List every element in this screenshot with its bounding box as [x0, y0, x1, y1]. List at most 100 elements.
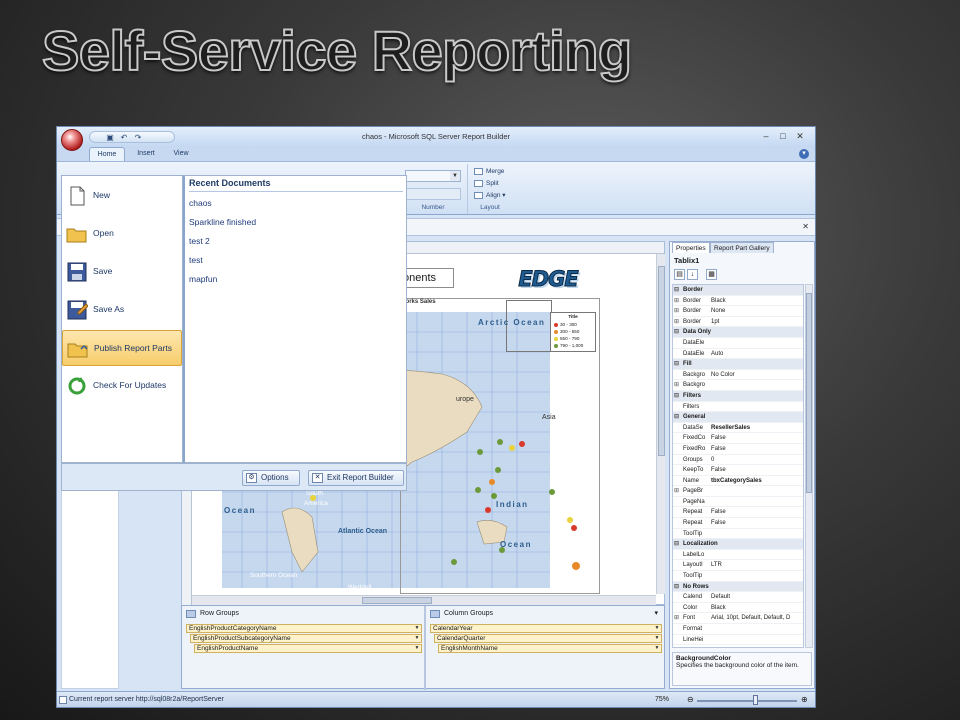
row-group-item[interactable]: EnglishProductSubcategoryName ▼	[190, 634, 422, 643]
save-icon[interactable]: ▣	[104, 133, 116, 142]
column-group-item[interactable]: CalendarQuarter ▼	[434, 634, 662, 643]
property-row[interactable]: LineHei	[673, 635, 803, 646]
expand-icon[interactable]: ⊞	[674, 613, 682, 624]
number-format-buttons[interactable]	[405, 188, 461, 200]
properties-scrollbar[interactable]	[805, 284, 813, 648]
chevron-down-icon[interactable]: ▼	[413, 645, 421, 652]
row-group-item[interactable]: EnglishProductName ▼	[194, 644, 422, 653]
property-row[interactable]: Calend Default	[673, 592, 803, 603]
zoom-in-icon[interactable]: ⊕	[801, 695, 808, 704]
property-value[interactable]: Arial, 10pt, Default, Default, D	[711, 613, 803, 624]
collapse-icon[interactable]: ⊟	[674, 391, 682, 402]
property-value[interactable]: 1pt	[711, 317, 803, 328]
expand-icon[interactable]: ⊞	[674, 317, 682, 328]
menu-publish-report-parts[interactable]: Publish Report Parts	[62, 330, 182, 366]
sort-alpha-icon[interactable]: ↓	[687, 269, 698, 280]
recent-document-item[interactable]: Sparkline finished	[189, 217, 256, 227]
expand-icon[interactable]: ⊞	[674, 306, 682, 317]
property-value[interactable]: False	[711, 507, 803, 518]
merge-button[interactable]: Merge	[472, 166, 504, 177]
property-value[interactable]: Black	[711, 296, 803, 307]
close-icon[interactable]: ✕	[802, 222, 809, 231]
recent-document-item[interactable]: chaos	[189, 198, 212, 208]
property-value[interactable]: Black	[711, 603, 803, 614]
collapse-icon[interactable]: ⊟	[674, 327, 682, 338]
split-button[interactable]: Split	[472, 178, 499, 189]
property-row[interactable]: ⊞ Border 1pt	[673, 317, 803, 328]
expand-icon[interactable]: ⊞	[674, 380, 682, 391]
recent-document-item[interactable]: mapfun	[189, 274, 217, 284]
zoom-slider[interactable]	[697, 700, 797, 702]
property-row[interactable]: Filters	[673, 402, 803, 413]
column-group-item[interactable]: EnglishMonthName ▼	[438, 644, 662, 653]
number-format-combo[interactable]: ▼	[405, 170, 461, 182]
property-pages-icon[interactable]: ▦	[706, 269, 717, 280]
property-row[interactable]: PageNa	[673, 497, 803, 508]
property-value[interactable]: Default	[711, 592, 803, 603]
options-button[interactable]: ⚙ Options	[242, 470, 300, 486]
tab-view[interactable]: View	[167, 147, 195, 161]
chevron-down-icon[interactable]: ▼	[653, 635, 661, 642]
menu-save[interactable]: Save	[62, 254, 182, 290]
tab-properties[interactable]: Properties	[672, 242, 710, 253]
categorized-icon[interactable]: ▤	[674, 269, 685, 280]
property-value[interactable]: False	[711, 518, 803, 529]
tab-insert[interactable]: Insert	[131, 147, 161, 161]
align-button[interactable]: Align ▾	[472, 190, 506, 201]
column-group-item[interactable]: CalendarYear ▼	[430, 624, 662, 633]
property-value[interactable]: No Color	[711, 370, 803, 381]
property-row[interactable]: ⊞ Border Black	[673, 296, 803, 307]
zoom-out-icon[interactable]: ⊖	[687, 695, 694, 704]
property-category[interactable]: ⊟ Data Only	[673, 327, 803, 338]
tab-report-part-gallery[interactable]: Report Part Gallery	[710, 242, 774, 253]
redo-icon[interactable]: ↷	[132, 133, 144, 142]
property-value[interactable]: 0	[711, 455, 803, 466]
property-row[interactable]: Backgro No Color	[673, 370, 803, 381]
menu-save-as[interactable]: Save As	[62, 292, 182, 328]
property-row[interactable]: LabelLo	[673, 550, 803, 561]
property-category[interactable]: ⊟ General	[673, 412, 803, 423]
collapse-icon[interactable]: ⊟	[674, 582, 682, 593]
exit-button[interactable]: ✕ Exit Report Builder	[308, 470, 404, 486]
collapse-icon[interactable]: ⊟	[674, 539, 682, 550]
tab-home[interactable]: Home	[89, 147, 125, 161]
collapse-icon[interactable]: ⊟	[674, 285, 682, 296]
property-row[interactable]: DataSe ResellerSales	[673, 423, 803, 434]
property-value[interactable]: LTR	[711, 560, 803, 571]
property-row[interactable]: DataEle Auto	[673, 349, 803, 360]
minimize-icon[interactable]: –	[759, 130, 773, 142]
row-group-item[interactable]: EnglishProductCategoryName ▼	[186, 624, 422, 633]
property-value[interactable]: ResellerSales	[711, 423, 803, 434]
expand-icon[interactable]: ⊞	[674, 486, 682, 497]
chevron-down-icon[interactable]: ▼	[413, 635, 421, 642]
scroll-thumb[interactable]	[658, 266, 665, 456]
property-category[interactable]: ⊟ Localization	[673, 539, 803, 550]
recent-document-item[interactable]: test	[189, 255, 203, 265]
zoom-slider-thumb[interactable]	[753, 695, 758, 705]
property-row[interactable]: ⊞ Font Arial, 10pt, Default, Default, D	[673, 613, 803, 624]
maximize-icon[interactable]: □	[776, 130, 790, 142]
menu-open[interactable]: Open	[62, 216, 182, 252]
chevron-down-icon[interactable]: ▼	[653, 645, 661, 652]
property-row[interactable]: FixedCo False	[673, 433, 803, 444]
close-icon[interactable]: ✕	[793, 130, 807, 142]
collapse-icon[interactable]: ⊟	[674, 359, 682, 370]
property-value[interactable]: False	[711, 433, 803, 444]
property-row[interactable]: Groups 0	[673, 455, 803, 466]
collapse-icon[interactable]: ⊟	[674, 412, 682, 423]
property-row[interactable]: ToolTip	[673, 571, 803, 582]
property-row[interactable]: Color Black	[673, 603, 803, 614]
property-row[interactable]: ⊞ Border None	[673, 306, 803, 317]
property-grid[interactable]: ⊟ Border ⊞ Border Black ⊞ Border None ⊞ Border 1pt…	[672, 284, 804, 648]
property-row[interactable]: Repeat False	[673, 507, 803, 519]
menu-check-updates[interactable]: Check For Updates	[62, 368, 182, 404]
property-value[interactable]: False	[711, 444, 803, 455]
property-row[interactable]: ⊞ Backgro	[673, 380, 803, 391]
scroll-thumb[interactable]	[806, 293, 812, 493]
menu-new[interactable]: New	[62, 178, 182, 214]
property-category[interactable]: ⊟ Border	[673, 285, 803, 296]
property-row[interactable]: Name tbxCategorySales	[673, 476, 803, 487]
application-button[interactable]	[61, 129, 83, 151]
property-value[interactable]: False	[711, 465, 803, 476]
recent-document-item[interactable]: test 2	[189, 236, 210, 246]
